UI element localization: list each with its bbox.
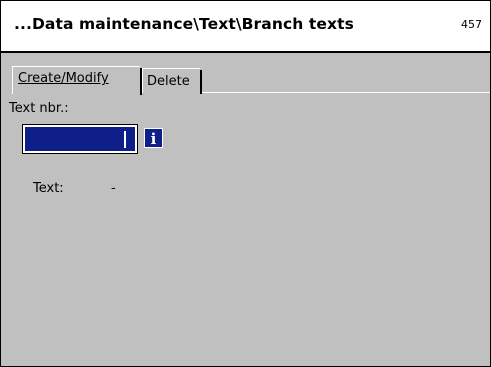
text-label: Text: <box>33 181 64 196</box>
page-title: ...Data maintenance\Text\Branch texts <box>14 15 354 33</box>
text-nbr-label: Text nbr.: <box>9 101 69 116</box>
tab-create-modify-label: Create/Modify <box>18 71 109 86</box>
screen-number: 457 <box>461 18 482 31</box>
text-nbr-input[interactable] <box>22 124 138 154</box>
tab-delete-label: Delete <box>147 74 190 89</box>
main-panel: Create/Modify Delete Text nbr.: i Text: … <box>1 53 490 366</box>
title-bar: ...Data maintenance\Text\Branch texts 45… <box>1 1 490 53</box>
info-icon[interactable]: i <box>144 128 163 148</box>
tab-delete[interactable]: Delete <box>142 68 202 94</box>
text-cursor <box>124 131 126 148</box>
app-window: ...Data maintenance\Text\Branch texts 45… <box>0 0 491 367</box>
tab-create-modify[interactable]: Create/Modify <box>12 66 142 95</box>
text-value: - <box>111 181 116 196</box>
